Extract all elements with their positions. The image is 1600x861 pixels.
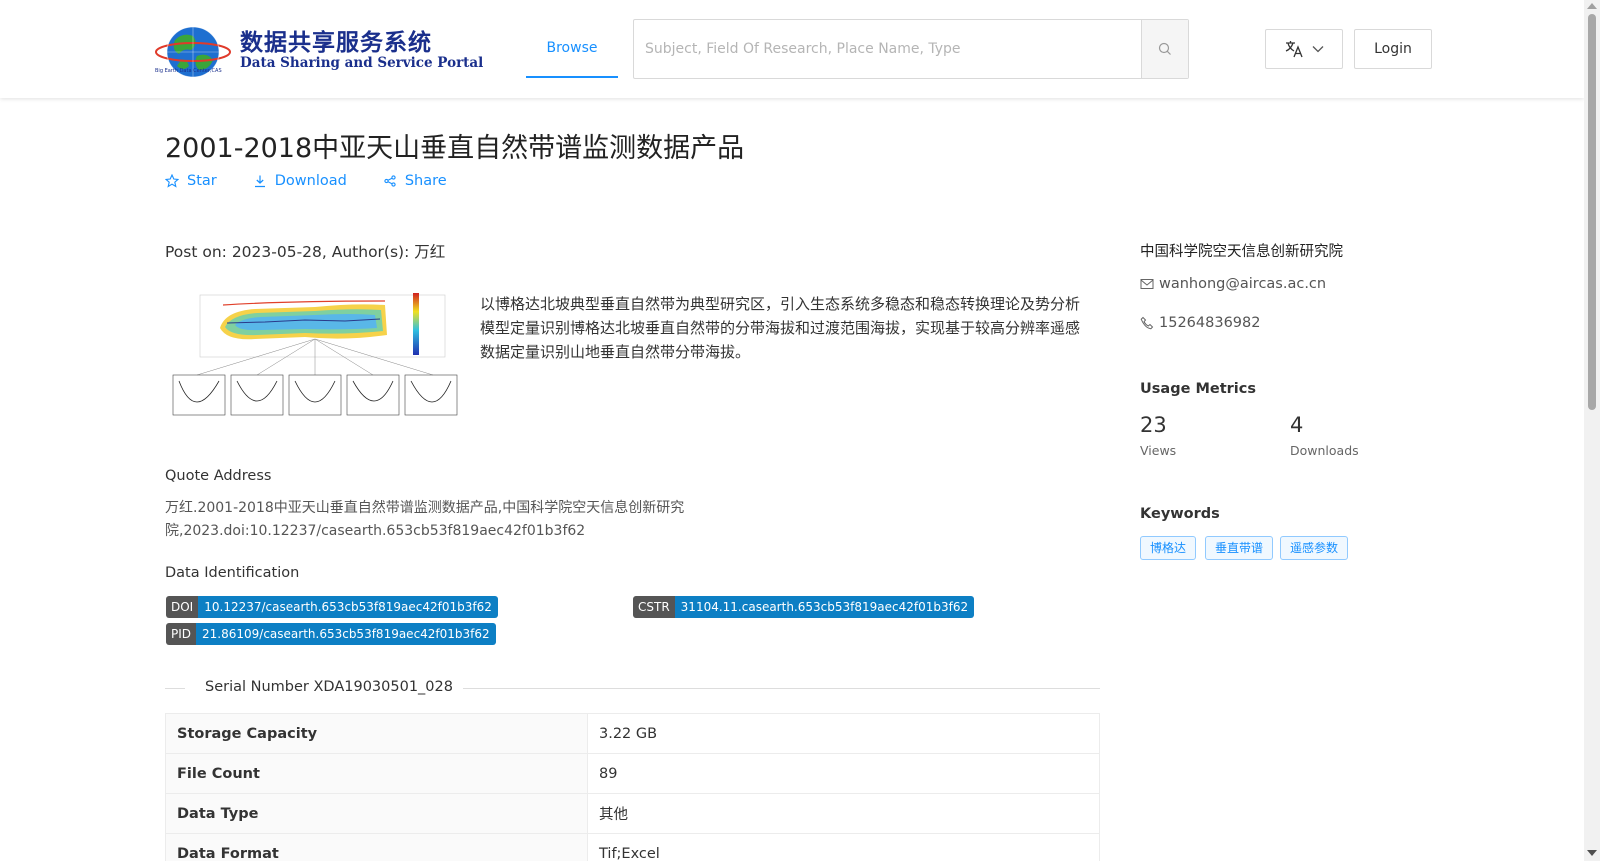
logo-title-cn: 数据共享服务系统: [240, 30, 432, 56]
doi-badge-value: 10.12237/casearth.653cb53f819aec42f01b3f…: [198, 596, 498, 618]
doi-badge-key: DOI: [166, 596, 199, 618]
keyword-tag[interactable]: 垂直带谱: [1205, 536, 1274, 560]
translate-icon: [1285, 41, 1303, 58]
star-button[interactable]: Star: [165, 173, 217, 189]
table-row: Data Format Tif;Excel: [165, 833, 1100, 861]
language-switch-button[interactable]: [1265, 29, 1343, 69]
downloads-label: Downloads: [1290, 443, 1359, 458]
chevron-down-icon: [1312, 46, 1324, 53]
star-icon: [165, 174, 179, 188]
info-key: File Count: [165, 753, 588, 794]
top-header: 数据共享服务系统 Data Sharing and Service Portal…: [0, 0, 1584, 98]
table-row: File Count 89: [165, 753, 1100, 794]
search-bar: [633, 19, 1189, 79]
pid-badge[interactable]: PID 21.86109/casearth.653cb53f819aec42f0…: [166, 623, 496, 645]
post-date-author: Post on: 2023-05-28, Author(s): 万红: [165, 243, 446, 261]
search-button[interactable]: [1141, 20, 1188, 78]
info-key: Storage Capacity: [165, 713, 588, 754]
star-label: Star: [187, 173, 217, 189]
divider-line: [165, 688, 185, 689]
scroll-down-arrow-icon[interactable]: [1587, 850, 1597, 856]
contact-phone: 15264836982: [1140, 315, 1260, 331]
mail-icon: [1140, 279, 1154, 289]
info-key: Data Type: [165, 793, 588, 834]
logo-caption: Big Earth Data Center,CAS: [155, 68, 222, 74]
serial-number: Serial Number XDA19030501_028: [205, 679, 453, 695]
info-key: Data Format: [165, 833, 588, 861]
keywords-heading: Keywords: [1140, 506, 1220, 522]
data-identification-heading: Data Identification: [165, 565, 300, 581]
table-row: Storage Capacity 3.22 GB: [165, 713, 1100, 754]
info-value: 其他: [587, 793, 1100, 834]
scrollbar-thumb[interactable]: [1588, 14, 1596, 410]
dataset-abstract: 以博格达北坡典型垂直自然带为典型研究区，引入生态系统多稳态和稳态转换理论及势分析…: [480, 295, 1081, 361]
views-count: 23: [1140, 413, 1167, 437]
downloads-count: 4: [1290, 413, 1304, 437]
share-button[interactable]: Share: [383, 173, 447, 189]
search-input[interactable]: [634, 20, 1141, 78]
search-icon: [1158, 42, 1171, 55]
login-button[interactable]: Login: [1354, 29, 1432, 69]
cstr-badge-key: CSTR: [633, 596, 675, 618]
page-title: 2001-2018中亚天山垂直自然带谱监测数据产品: [165, 133, 745, 164]
download-button[interactable]: Download: [253, 173, 347, 189]
organization-name: 中国科学院空天信息创新研究院: [1140, 244, 1343, 260]
contact-email[interactable]: wanhong@aircas.ac.cn: [1140, 276, 1326, 292]
divider-line: [463, 688, 1100, 689]
scroll-up-arrow-icon[interactable]: [1587, 3, 1597, 9]
serial-number-divider: Serial Number XDA19030501_028: [165, 676, 1100, 700]
dataset-thumbnail[interactable]: [165, 293, 465, 425]
download-label: Download: [274, 173, 347, 189]
keyword-tag[interactable]: 遥感参数: [1280, 536, 1349, 560]
share-label: Share: [404, 173, 447, 189]
quote-address-text: 万红.2001-2018中亚天山垂直自然带谱监测数据产品,中国科学院空天信息创新…: [165, 500, 685, 539]
cstr-badge[interactable]: CSTR 31104.11.casearth.653cb53f819aec42f…: [633, 596, 975, 618]
doi-badge[interactable]: DOI 10.12237/casearth.653cb53f819aec42f0…: [166, 596, 498, 618]
info-value: 3.22 GB: [587, 713, 1100, 754]
dataset-info-table: Storage Capacity 3.22 GB File Count 89 D…: [165, 713, 1100, 861]
phone-icon: [1140, 316, 1154, 330]
phone-text: 15264836982: [1159, 315, 1261, 331]
pid-badge-value: 21.86109/casearth.653cb53f819aec42f01b3f…: [196, 623, 496, 645]
nav-browse-tab[interactable]: Browse: [526, 18, 618, 78]
pid-badge-key: PID: [166, 623, 197, 645]
share-icon: [384, 175, 396, 187]
table-row: Data Type 其他: [165, 793, 1100, 834]
email-text: wanhong@aircas.ac.cn: [1159, 276, 1327, 292]
usage-metrics-heading: Usage Metrics: [1140, 381, 1256, 397]
quote-address-heading: Quote Address: [165, 468, 272, 484]
cstr-badge-value: 31104.11.casearth.653cb53f819aec42f01b3f…: [674, 596, 975, 618]
views-label: Views: [1140, 443, 1177, 458]
info-value: Tif;Excel: [587, 833, 1100, 861]
dataset-actions: Star Download Share: [165, 173, 483, 189]
logo-title-en: Data Sharing and Service Portal: [240, 55, 484, 71]
keyword-tag[interactable]: 博格达: [1140, 536, 1197, 560]
portal-logo[interactable]: 数据共享服务系统 Data Sharing and Service Portal…: [153, 20, 483, 80]
info-value: 89: [587, 753, 1100, 794]
download-icon: [254, 175, 265, 188]
